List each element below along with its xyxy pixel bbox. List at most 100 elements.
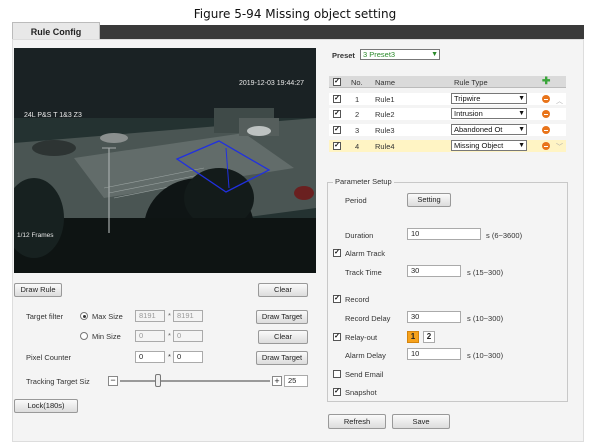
chevron-down-icon: ▼ bbox=[518, 142, 525, 149]
parameter-setup-legend: Parameter Setup bbox=[333, 177, 394, 186]
rule-type-select[interactable]: Intrusion ▼ bbox=[451, 108, 527, 119]
pc-times: * bbox=[168, 352, 171, 361]
rule-table-header: ✓ No. Name Rule Type ✚ bbox=[329, 76, 566, 88]
clear-target-button[interactable]: Clear bbox=[258, 330, 308, 344]
lock-button[interactable]: Lock(180s) bbox=[14, 399, 78, 413]
record-label: Record bbox=[345, 295, 370, 304]
alarm-delay-label: Alarm Delay bbox=[345, 351, 386, 360]
max-height-input[interactable]: 8191 bbox=[173, 310, 203, 322]
tab-rule-config[interactable]: Rule Config bbox=[12, 22, 100, 40]
tracking-target-label: Tracking Target Siz bbox=[26, 377, 90, 386]
scroll-up-icon[interactable]: ︿ bbox=[556, 96, 563, 106]
pixel-counter-label: Pixel Counter bbox=[26, 353, 72, 362]
duration-label: Duration bbox=[345, 231, 374, 240]
chevron-down-icon: ▼ bbox=[518, 126, 525, 133]
relay-out-label: Relay-out bbox=[345, 333, 378, 342]
duration-range: s (6~3600) bbox=[486, 231, 523, 240]
send-email-label: Send Email bbox=[345, 370, 384, 379]
snapshot-checkbox[interactable]: ✓ bbox=[333, 388, 341, 396]
row-name: Rule1 bbox=[375, 95, 395, 104]
col-type: Rule Type bbox=[454, 78, 488, 87]
delete-rule-icon[interactable] bbox=[542, 110, 550, 118]
preset-label: Preset bbox=[332, 51, 355, 60]
row-checkbox[interactable]: ✓ bbox=[333, 95, 341, 103]
rule-type-value: Abandoned Ot bbox=[454, 125, 503, 134]
pixel-counter-width-input[interactable]: 0 bbox=[135, 351, 165, 363]
min-times: * bbox=[168, 331, 171, 340]
max-size-radio[interactable] bbox=[80, 312, 88, 320]
tracking-decrease-button[interactable]: − bbox=[108, 376, 118, 386]
max-width-input[interactable]: 8191 bbox=[135, 310, 165, 322]
duration-input[interactable]: 10 bbox=[407, 228, 481, 240]
row-checkbox[interactable]: ✓ bbox=[333, 142, 341, 150]
row-name: Rule2 bbox=[375, 110, 395, 119]
video-preview[interactable]: 2019-12-03 19:44:27 24L P&S T 1&3 Z3 1/1… bbox=[14, 48, 316, 273]
scroll-down-icon[interactable]: ﹀ bbox=[556, 142, 563, 152]
delete-rule-icon[interactable] bbox=[542, 95, 550, 103]
min-height-input[interactable]: 0 bbox=[173, 330, 203, 342]
rule-type-value: Intrusion bbox=[454, 109, 483, 118]
min-size-radio[interactable] bbox=[80, 332, 88, 340]
table-row[interactable]: ✓ 1 Rule1 Tripwire ▼ bbox=[329, 93, 566, 105]
draw-target-pixel-button[interactable]: Draw Target bbox=[256, 351, 308, 365]
rule-type-select[interactable]: Tripwire ▼ bbox=[451, 93, 527, 104]
rule-type-value: Tripwire bbox=[454, 94, 481, 103]
video-overlay-top: 24L P&S T 1&3 Z3 bbox=[24, 112, 82, 119]
relay-1-button[interactable]: 1 bbox=[407, 331, 419, 343]
rule-type-select[interactable]: Abandoned Ot ▼ bbox=[451, 124, 527, 135]
record-delay-label: Record Delay bbox=[345, 314, 391, 323]
record-checkbox[interactable]: ✓ bbox=[333, 295, 341, 303]
pixel-counter-height-input[interactable]: 0 bbox=[173, 351, 203, 363]
track-time-input[interactable]: 30 bbox=[407, 265, 461, 277]
delete-rule-icon[interactable] bbox=[542, 126, 550, 134]
video-timestamp: 2019-12-03 19:44:27 bbox=[239, 80, 304, 87]
relay-out-checkbox[interactable]: ✓ bbox=[333, 333, 341, 341]
table-row[interactable]: ✓ 2 Rule2 Intrusion ▼ bbox=[329, 108, 566, 120]
max-size-label: Max Size bbox=[92, 312, 123, 321]
save-button[interactable]: Save bbox=[392, 414, 450, 429]
draw-rule-button[interactable]: Draw Rule bbox=[14, 283, 62, 297]
tracking-increase-button[interactable]: + bbox=[272, 376, 282, 386]
table-row[interactable]: ✓ 3 Rule3 Abandoned Ot ▼ bbox=[329, 124, 566, 136]
add-rule-icon[interactable]: ✚ bbox=[542, 77, 550, 87]
tracking-slider-track[interactable] bbox=[120, 380, 270, 382]
clear-rule-button[interactable]: Clear bbox=[258, 283, 308, 297]
record-delay-range: s (10~300) bbox=[467, 314, 504, 323]
track-time-label: Track Time bbox=[345, 268, 382, 277]
table-row-selected[interactable]: ✓ 4 Rule4 Missing Object ▼ bbox=[329, 140, 566, 152]
row-no: 1 bbox=[355, 95, 360, 104]
tracking-slider-thumb[interactable] bbox=[154, 374, 161, 387]
row-no: 4 bbox=[355, 142, 360, 151]
row-checkbox[interactable]: ✓ bbox=[333, 110, 341, 118]
alarm-track-checkbox[interactable]: ✓ bbox=[333, 249, 341, 257]
alarm-track-label: Alarm Track bbox=[345, 249, 386, 258]
row-no: 2 bbox=[355, 110, 360, 119]
delete-rule-icon[interactable] bbox=[542, 142, 550, 150]
refresh-button[interactable]: Refresh bbox=[328, 414, 386, 429]
relay-2-button[interactable]: 2 bbox=[423, 331, 435, 343]
max-times: * bbox=[168, 311, 171, 320]
chevron-down-icon: ▼ bbox=[518, 110, 525, 117]
preset-value: 3 Preset3 bbox=[363, 50, 396, 59]
row-name: Rule3 bbox=[375, 126, 395, 135]
min-size-label: Min Size bbox=[92, 332, 121, 341]
parameter-setup-group bbox=[327, 182, 568, 402]
select-all-checkbox[interactable]: ✓ bbox=[333, 78, 341, 86]
min-width-input[interactable]: 0 bbox=[135, 330, 165, 342]
target-filter-label: Target filter bbox=[26, 312, 64, 321]
preset-select[interactable]: 3 Preset3 ▼ bbox=[360, 49, 440, 60]
period-label: Period bbox=[345, 196, 367, 205]
period-setting-button[interactable]: Setting bbox=[407, 193, 451, 207]
rule-type-value: Missing Object bbox=[454, 141, 504, 150]
tracking-value-input[interactable]: 25 bbox=[284, 375, 308, 387]
rule-type-select[interactable]: Missing Object ▼ bbox=[451, 140, 527, 151]
figure-caption: Figure 5-94 Missing object setting bbox=[193, 7, 397, 21]
send-email-checkbox[interactable] bbox=[333, 370, 341, 378]
alarm-delay-range: s (10~300) bbox=[467, 351, 504, 360]
record-delay-input[interactable]: 30 bbox=[407, 311, 461, 323]
draw-target-button[interactable]: Draw Target bbox=[256, 310, 308, 324]
alarm-delay-input[interactable]: 10 bbox=[407, 348, 461, 360]
row-checkbox[interactable]: ✓ bbox=[333, 126, 341, 134]
chevron-down-icon: ▼ bbox=[431, 51, 438, 58]
col-name: Name bbox=[375, 78, 396, 87]
